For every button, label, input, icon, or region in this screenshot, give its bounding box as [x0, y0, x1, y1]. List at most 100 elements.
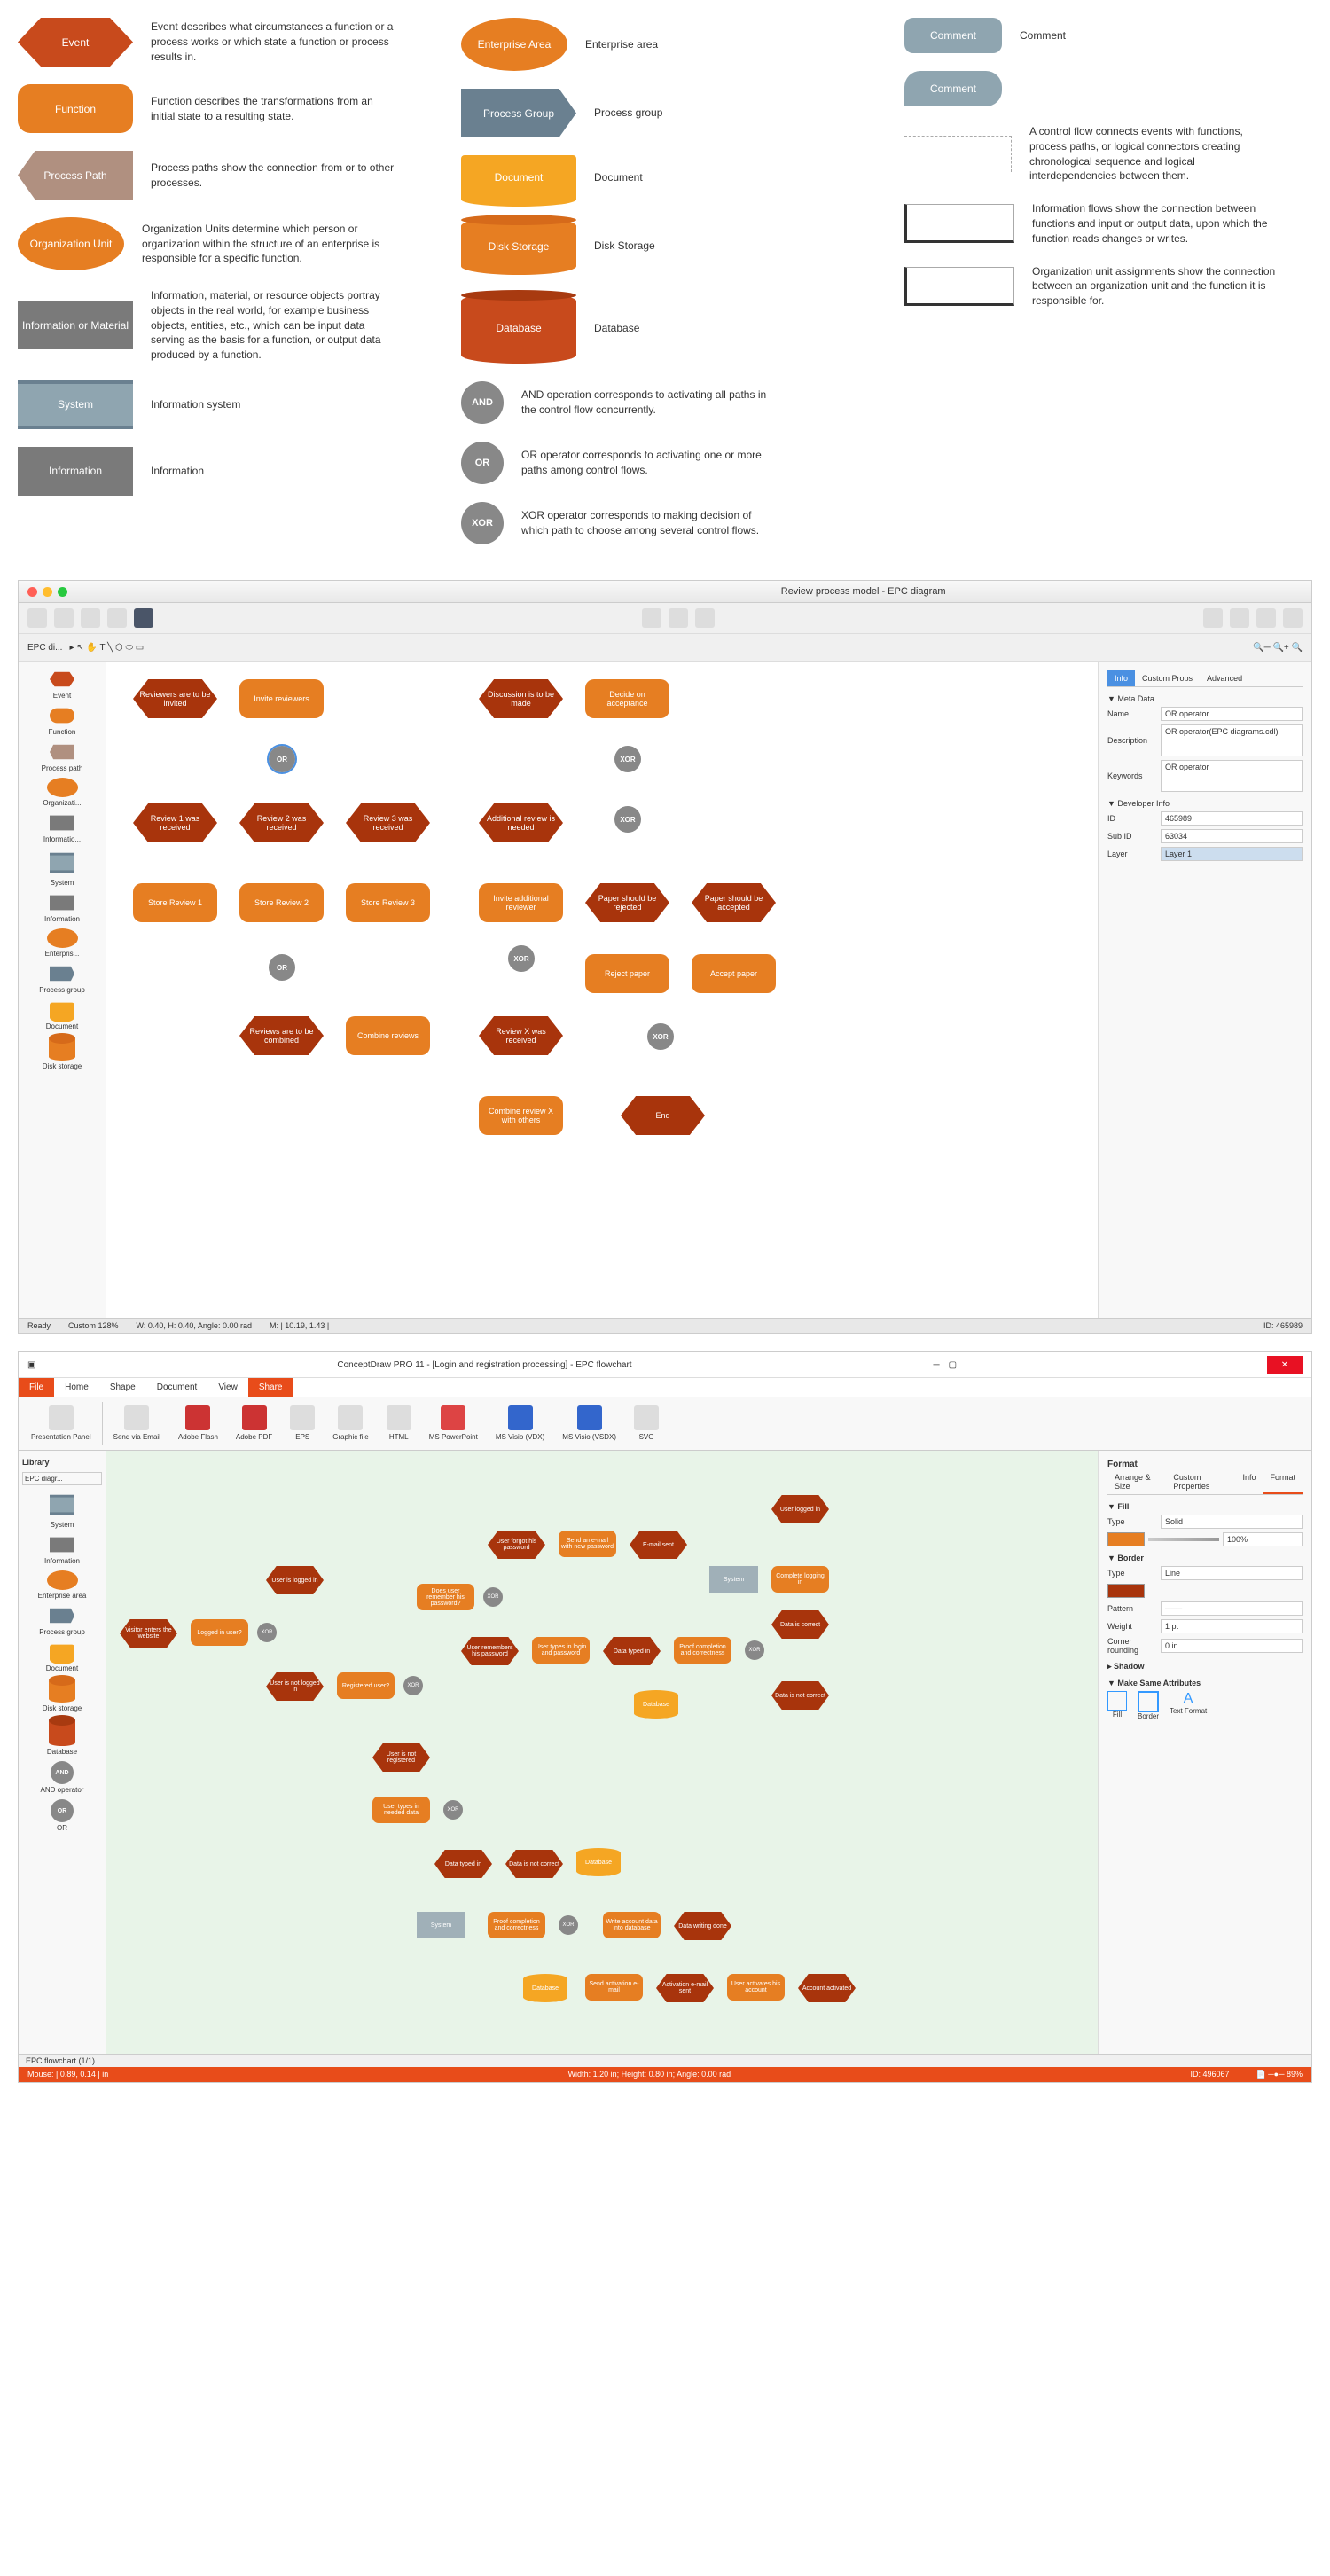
diagram-node[interactable]: Paper should be accepted	[692, 883, 776, 922]
diagram-node[interactable]: Complete logging in	[771, 1566, 829, 1593]
diagram-node[interactable]: User activates his account	[727, 1974, 785, 2001]
diagram-node[interactable]: Accept paper	[692, 954, 776, 993]
diagram-node[interactable]: Send activation e-mail	[585, 1974, 643, 2001]
diagram-node[interactable]: Review X was received	[479, 1016, 563, 1055]
diagram-node[interactable]: User remembers his password	[461, 1637, 519, 1665]
diagram-node[interactable]: User is not registered	[372, 1743, 430, 1772]
diagram-node[interactable]: XOR	[257, 1623, 277, 1642]
fill-color-swatch[interactable]	[1107, 1532, 1145, 1546]
make-same-fill[interactable]: Fill	[1107, 1691, 1127, 1720]
diagram-node[interactable]: XOR	[614, 746, 641, 772]
tab-custom-props[interactable]: Custom Props	[1135, 670, 1200, 686]
make-same-text[interactable]: AText Format	[1170, 1691, 1207, 1720]
diagram-node[interactable]: Invite additional reviewer	[479, 883, 563, 922]
weight-field[interactable]: 1 pt	[1161, 1619, 1303, 1633]
zoom-icon[interactable]	[58, 587, 67, 597]
diagram-node[interactable]: Reviews are to be combined	[239, 1016, 324, 1055]
ribbon-button[interactable]: MS Visio (VSDX)	[555, 1402, 623, 1445]
make-same-border[interactable]: Border	[1138, 1691, 1159, 1720]
ribbon-button[interactable]: Presentation Panel	[24, 1402, 98, 1445]
diagram-node[interactable]: Account activated	[798, 1974, 856, 2002]
diagram-node[interactable]: User is logged in	[266, 1566, 324, 1594]
diagram-node[interactable]: Reviewers are to be invited	[133, 679, 217, 718]
diagram-node[interactable]: Review 1 was received	[133, 803, 217, 842]
toolbar-button[interactable]	[134, 608, 153, 628]
diagram-node[interactable]: Discussion is to be made	[479, 679, 563, 718]
diagram-node-selected[interactable]: User logged in	[771, 1495, 829, 1523]
diagram-node[interactable]: Registered user?	[337, 1672, 395, 1699]
ribbon-button[interactable]: Adobe Flash	[171, 1402, 225, 1445]
ribbon-tab[interactable]: Shape	[99, 1378, 146, 1397]
diagram-node[interactable]: Write account data into database	[603, 1912, 661, 1938]
diagram-node[interactable]: Data is correct	[771, 1610, 829, 1639]
description-field[interactable]: OR operator(EPC diagrams.cdl)	[1161, 724, 1303, 756]
diagram-node[interactable]: Proof completion and correctness	[674, 1637, 732, 1664]
diagram-node[interactable]: Store Review 1	[133, 883, 217, 922]
diagram-node[interactable]: Data writing done	[674, 1912, 732, 1940]
maximize-button[interactable]: ▢	[949, 1360, 957, 1370]
keywords-field[interactable]: OR operator	[1161, 760, 1303, 792]
diagram-node[interactable]: Reject paper	[585, 954, 669, 993]
border-type-select[interactable]: Line	[1161, 1566, 1303, 1580]
diagram-node[interactable]: Decide on acceptance	[585, 679, 669, 718]
toolbar-button[interactable]	[107, 608, 127, 628]
diagram-node[interactable]: User types in login and password	[532, 1637, 590, 1664]
diagram-node[interactable]: Additional review is needed	[479, 803, 563, 842]
toolbar-button[interactable]	[642, 608, 661, 628]
pattern-select[interactable]: ───	[1161, 1601, 1303, 1616]
close-icon[interactable]	[27, 587, 37, 597]
ribbon-tab[interactable]: Home	[54, 1378, 99, 1397]
ribbon-button[interactable]: MS PowerPoint	[422, 1402, 485, 1445]
diagram-node[interactable]: Review 3 was received	[346, 803, 430, 842]
diagram-node[interactable]: XOR	[647, 1023, 674, 1050]
fill-opacity[interactable]: 100%	[1223, 1532, 1303, 1546]
ribbon-button[interactable]: MS Visio (VDX)	[489, 1402, 552, 1445]
toolbar-button[interactable]	[669, 608, 688, 628]
tab-advanced[interactable]: Advanced	[1200, 670, 1249, 686]
diagram-node[interactable]: Combine reviews	[346, 1016, 430, 1055]
layer-select[interactable]: Layer 1	[1161, 847, 1303, 861]
diagram-node[interactable]: XOR	[559, 1915, 578, 1935]
diagram-node[interactable]: XOR	[483, 1587, 503, 1607]
diagram-node[interactable]: Paper should be rejected	[585, 883, 669, 922]
toolbar-button[interactable]	[1230, 608, 1249, 628]
ribbon-button[interactable]: Adobe PDF	[229, 1402, 279, 1445]
toolbar-button[interactable]	[1256, 608, 1276, 628]
toolbar-button[interactable]	[1203, 608, 1223, 628]
ribbon-tab-share[interactable]: Share	[248, 1378, 293, 1397]
tab-info[interactable]: Info	[1107, 670, 1135, 686]
name-field[interactable]: OR operator	[1161, 707, 1303, 721]
diagram-node[interactable]: Database	[576, 1848, 621, 1876]
ribbon-button[interactable]: EPS	[283, 1402, 322, 1445]
diagram-node[interactable]: Store Review 3	[346, 883, 430, 922]
diagram-node[interactable]: Review 2 was received	[239, 803, 324, 842]
toolbar-button[interactable]	[695, 608, 715, 628]
diagram-node[interactable]: Data is not correct	[771, 1681, 829, 1710]
diagram-node[interactable]: System	[709, 1566, 758, 1593]
diagram-node[interactable]: Data typed in	[434, 1850, 492, 1878]
diagram-node[interactable]: Visitor enters the website	[120, 1619, 177, 1648]
diagram-node[interactable]: Combine review X with others	[479, 1096, 563, 1135]
diagram-node[interactable]: System	[417, 1912, 466, 1938]
diagram-node[interactable]: XOR	[745, 1640, 764, 1660]
diagram-node[interactable]: User types in needed data	[372, 1797, 430, 1823]
diagram-node[interactable]: Database	[523, 1974, 567, 2002]
diagram-node[interactable]: Store Review 2	[239, 883, 324, 922]
diagram-node[interactable]: XOR	[443, 1800, 463, 1820]
toolbar-button[interactable]	[1283, 608, 1303, 628]
toolbar-button[interactable]	[81, 608, 100, 628]
diagram-node[interactable]: OR	[269, 954, 295, 981]
ribbon-tab-file[interactable]: File	[19, 1378, 54, 1397]
fill-type-select[interactable]: Solid	[1161, 1515, 1303, 1529]
ribbon-button[interactable]: SVG	[627, 1402, 666, 1445]
ribbon-tab[interactable]: View	[207, 1378, 248, 1397]
diagram-node[interactable]: Logged in user?	[191, 1619, 248, 1646]
tab-custom[interactable]: Custom Properties	[1166, 1469, 1235, 1494]
diagram-node[interactable]: Send an e-mail with new password	[559, 1531, 616, 1557]
ribbon-button[interactable]: HTML	[379, 1402, 419, 1445]
diagram-node[interactable]: Invite reviewers	[239, 679, 324, 718]
border-color-swatch[interactable]	[1107, 1584, 1145, 1598]
ribbon-button[interactable]: Send via Email	[106, 1402, 168, 1445]
tab-format[interactable]: Format	[1263, 1469, 1303, 1494]
doc-tab[interactable]: EPC di...	[27, 643, 62, 653]
